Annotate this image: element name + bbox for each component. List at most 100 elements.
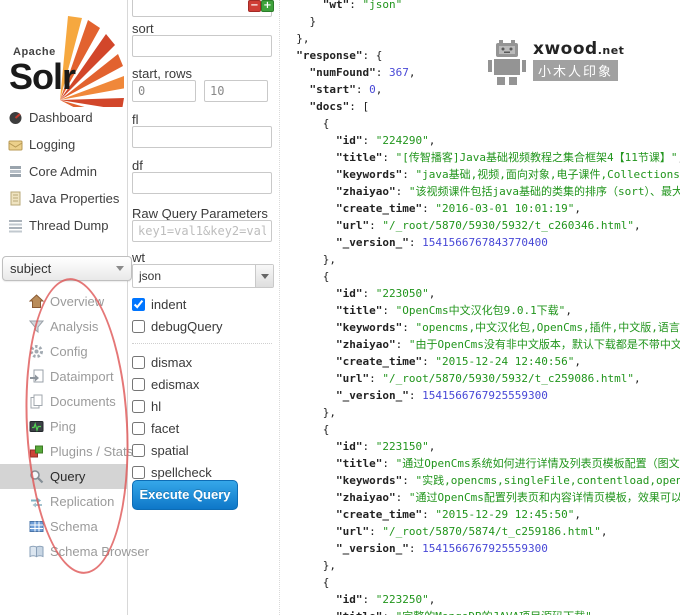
add-fq-button[interactable]: + [261, 0, 274, 12]
logging-icon [8, 137, 23, 152]
json-line: }, [283, 251, 680, 268]
watermark-site: xwood.net [533, 39, 624, 59]
json-line: "zhaiyao": "由于OpenCms没有非中文版本，默认下载都是不带中文配… [283, 336, 680, 353]
option-facet-label: facet [151, 421, 179, 436]
json-line: "create_time": "2016-03-01 10:01:19", [283, 200, 680, 217]
chevron-down-icon [261, 274, 269, 279]
wt-dropdown-button[interactable] [255, 265, 273, 287]
core-nav-item-ping-label: Ping [50, 419, 76, 434]
option-indent[interactable]: indent [132, 293, 277, 315]
core-selector-dropdown[interactable]: subject [2, 256, 132, 281]
core-nav-item-replication[interactable]: Replication [0, 489, 127, 514]
json-line: "id": "223050", [283, 285, 680, 302]
option-edismax[interactable]: edismax [132, 373, 277, 395]
json-line: "create_time": "2015-12-24 12:40:56", [283, 353, 680, 370]
core-nav-item-ping[interactable]: Ping [0, 414, 127, 439]
option-debugquery[interactable]: debugQuery [132, 315, 277, 337]
main-nav: Dashboard LoggingCore AdminJava Propertie… [0, 104, 127, 239]
core-nav-item-schema-label: Schema [50, 519, 98, 534]
robot-icon [487, 39, 529, 87]
query-icon [29, 469, 44, 484]
json-line: "title": "完整的MongoDB的JAVA项目源码下载", [283, 608, 680, 615]
json-line: { [283, 574, 680, 591]
primary-options: indent debugQuery [132, 293, 277, 337]
dashboard-icon [8, 110, 23, 125]
option-dismax-checkbox[interactable] [132, 356, 145, 369]
rows-input[interactable] [204, 80, 268, 102]
raw-query-params-label: Raw Query Parameters [132, 206, 268, 221]
core-selector-value: subject [10, 261, 51, 276]
sort-input[interactable] [132, 35, 272, 57]
core-nav-item-schema-browser[interactable]: Schema Browser [0, 539, 127, 564]
start-input[interactable] [132, 80, 196, 102]
fl-input[interactable] [132, 126, 272, 148]
raw-query-params-input[interactable] [132, 220, 272, 242]
solr-logo: Apache Solr [0, 10, 127, 105]
nav-item-thread-dump-label: Thread Dump [29, 218, 108, 233]
option-edismax-label: edismax [151, 377, 199, 392]
core-nav-item-documents-label: Documents [50, 394, 116, 409]
option-facet[interactable]: facet [132, 417, 277, 439]
config-icon [29, 344, 44, 359]
replication-icon [29, 494, 44, 509]
json-line: { [283, 115, 680, 132]
json-line: "url": "/_root/5870/5930/5932/t_c260346.… [283, 217, 680, 234]
option-spellcheck-label: spellcheck [151, 465, 212, 480]
watermark: xwood.net 小木人印象 [487, 39, 624, 87]
core-nav-item-config-label: Config [50, 344, 88, 359]
core-nav-item-documents[interactable]: Documents [0, 389, 127, 414]
nav-item-core-admin[interactable]: Core Admin [0, 158, 127, 185]
execute-query-button[interactable]: Execute Query [132, 480, 238, 510]
nav-item-thread-dump[interactable]: Thread Dump [0, 212, 127, 239]
nav-item-dashboard[interactable]: Dashboard [0, 104, 127, 131]
core-admin-icon [8, 164, 23, 179]
option-hl-checkbox[interactable] [132, 400, 145, 413]
core-nav-item-config[interactable]: Config [0, 339, 127, 364]
nav-item-dashboard-label: Dashboard [29, 110, 93, 125]
core-nav-item-plugins-stats[interactable]: Plugins / Stats [0, 439, 127, 464]
nav-item-java-properties[interactable]: Java Properties [0, 185, 127, 212]
json-line: }, [283, 557, 680, 574]
json-line: "id": "223150", [283, 438, 680, 455]
json-line: "url": "/_root/5870/5930/5932/t_c259086.… [283, 370, 680, 387]
json-line: "keywords": "实践,opencms,singleFile,conte… [283, 472, 680, 489]
json-line: "wt": "json" [283, 0, 680, 13]
plugins-icon [29, 444, 44, 459]
core-nav-item-analysis[interactable]: Analysis [0, 314, 127, 339]
core-nav-item-query[interactable]: Query [0, 464, 127, 489]
option-spatial-label: spatial [151, 443, 189, 458]
df-input[interactable] [132, 172, 272, 194]
core-nav-item-overview-label: Overview [50, 294, 104, 309]
df-label: df [132, 158, 143, 173]
core-nav-item-dataimport[interactable]: Dataimport [0, 364, 127, 389]
json-line: { [283, 421, 680, 438]
core-nav-item-overview[interactable]: Overview [0, 289, 127, 314]
wt-select[interactable]: json [132, 264, 274, 288]
json-line: "_version_": 1541566767925559300 [283, 540, 680, 557]
option-hl[interactable]: hl [132, 395, 277, 417]
option-indent-label: indent [151, 297, 186, 312]
option-debugquery-checkbox[interactable] [132, 320, 145, 333]
core-nav-item-schema[interactable]: Schema [0, 514, 127, 539]
option-dismax[interactable]: dismax [132, 351, 277, 373]
json-line: "title": "通过OpenCms系统如何进行详情及列表页模板配置（图文）？… [283, 455, 680, 472]
option-edismax-checkbox[interactable] [132, 378, 145, 391]
nav-item-logging[interactable]: Logging [0, 131, 127, 158]
option-dismax-label: dismax [151, 355, 192, 370]
json-line: "_version_": 1541566767843770400 [283, 234, 680, 251]
option-spatial[interactable]: spatial [132, 439, 277, 461]
schema-browser-icon [29, 544, 44, 559]
option-spellcheck-checkbox[interactable] [132, 466, 145, 479]
remove-fq-button[interactable]: − [248, 0, 261, 12]
json-line: "id": "223250", [283, 591, 680, 608]
json-response-output: "wt": "json" } }, "response": { "numFoun… [283, 0, 680, 615]
option-spatial-checkbox[interactable] [132, 444, 145, 457]
options-divider [132, 343, 272, 344]
json-line: "id": "224290", [283, 132, 680, 149]
dataimport-icon [29, 369, 44, 384]
json-line: "zhaiyao": "该视频课件包括java基础的类集的排序（sort）、最大… [283, 183, 680, 200]
option-indent-checkbox[interactable] [132, 298, 145, 311]
core-nav-item-dataimport-label: Dataimport [50, 369, 114, 384]
option-facet-checkbox[interactable] [132, 422, 145, 435]
analysis-icon [29, 319, 44, 334]
